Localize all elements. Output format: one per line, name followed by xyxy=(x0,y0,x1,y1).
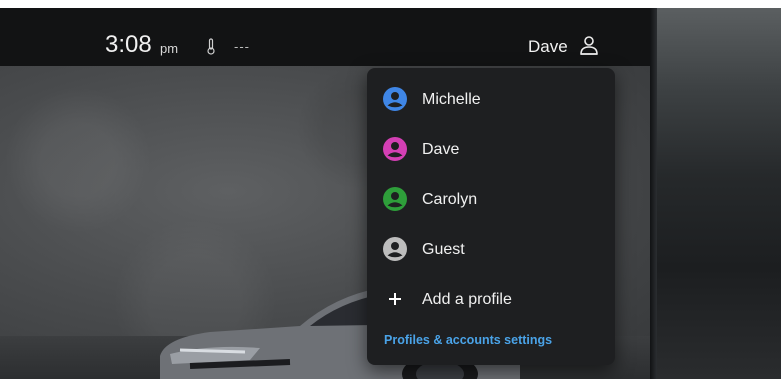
account-circle-icon xyxy=(383,187,407,211)
profile-name: Michelle xyxy=(422,91,481,108)
profiles-settings-link[interactable]: Profiles & accounts settings xyxy=(384,333,552,347)
plus-icon xyxy=(389,293,401,305)
account-circle-icon xyxy=(383,237,407,261)
profile-item-dave[interactable]: Dave xyxy=(367,127,615,173)
add-profile-button[interactable]: Add a profile xyxy=(367,277,615,323)
person-outline-icon[interactable] xyxy=(579,35,599,57)
clock-time: 3:08 xyxy=(105,31,152,58)
clock-ampm: pm xyxy=(160,41,179,56)
dashboard-background xyxy=(655,8,781,379)
screen-edge xyxy=(649,8,657,379)
temperature-value: --- xyxy=(234,39,250,54)
profile-item-michelle[interactable]: Michelle xyxy=(367,77,615,123)
profile-name: Guest xyxy=(422,241,465,258)
current-user-name[interactable]: Dave xyxy=(528,37,568,57)
profile-name: Carolyn xyxy=(422,191,478,208)
thermometer-icon xyxy=(207,38,215,55)
add-profile-label: Add a profile xyxy=(422,291,512,308)
profile-name: Dave xyxy=(422,141,460,158)
top-bezel xyxy=(0,0,781,8)
profile-menu: Michelle Dave Carolyn Guest Add a profil… xyxy=(367,68,615,365)
status-bar: 3:08 pm --- Dave xyxy=(0,8,650,66)
account-circle-icon xyxy=(383,137,407,161)
profile-item-guest[interactable]: Guest xyxy=(367,227,615,273)
profile-item-carolyn[interactable]: Carolyn xyxy=(367,177,615,223)
account-circle-icon xyxy=(383,87,407,111)
